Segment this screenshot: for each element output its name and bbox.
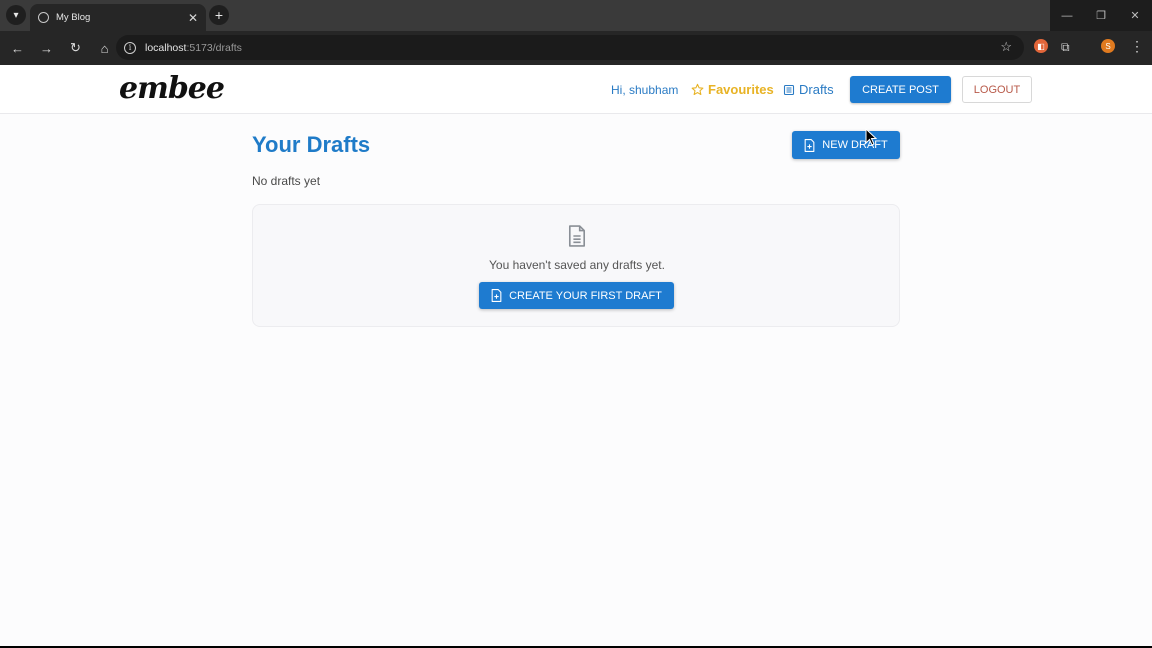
user-greeting: Hi, shubham — [611, 83, 679, 97]
forward-icon[interactable]: → — [33, 35, 60, 62]
window-controls: — ❐ ✕ — [1050, 0, 1152, 31]
page-title: Your Drafts — [252, 132, 371, 157]
url-path: :5173/drafts — [186, 41, 242, 54]
tab-close-icon[interactable]: ✕ — [188, 11, 198, 25]
add-document-icon — [491, 289, 502, 302]
nav-favourites-label: Favourites — [708, 82, 774, 97]
tab-search-button[interactable]: ▾ — [6, 5, 26, 25]
new-tab-button[interactable]: + — [209, 5, 229, 25]
create-first-draft-label: CREATE YOUR FIRST DRAFT — [509, 289, 662, 302]
site-logo[interactable]: embee — [119, 71, 225, 106]
create-first-draft-button[interactable]: CREATE YOUR FIRST DRAFT — [479, 282, 674, 309]
tab-title: My Blog — [56, 12, 91, 23]
extensions-puzzle-icon[interactable]: ⧉ — [1061, 40, 1070, 55]
browser-toolbar: ← → ↻ ⌂ i localhost:5173/drafts ☆ — [0, 31, 1152, 65]
back-icon[interactable]: ← — [4, 35, 31, 62]
restore-icon[interactable]: ❐ — [1084, 0, 1118, 31]
empty-drafts-card: You haven't saved any drafts yet. CREATE… — [252, 204, 900, 327]
drafts-status-text: No drafts yet — [252, 174, 321, 188]
empty-drafts-message: You haven't saved any drafts yet. — [489, 258, 665, 272]
logout-button[interactable]: LOGOUT — [962, 76, 1032, 103]
minimize-icon[interactable]: — — [1050, 0, 1084, 31]
add-document-icon — [804, 138, 815, 152]
browser-menu-icon[interactable]: ⋮ — [1130, 38, 1144, 55]
mouse-cursor-icon — [865, 128, 877, 146]
create-post-button[interactable]: CREATE POST — [850, 76, 951, 103]
page: embee Hi, shubham Favourites Drafts CREA… — [0, 65, 1152, 646]
reload-icon[interactable]: ↻ — [62, 35, 89, 62]
url-host: localhost — [145, 41, 187, 54]
globe-icon — [38, 12, 49, 23]
bookmark-star-icon[interactable]: ☆ — [1000, 39, 1012, 55]
info-icon[interactable]: i — [124, 41, 136, 54]
document-icon — [568, 225, 586, 247]
nav-drafts[interactable]: Drafts — [783, 82, 834, 97]
browser-tab-bar: ▾ My Blog ✕ + — ❐ ✕ — [0, 0, 1152, 31]
close-window-icon[interactable]: ✕ — [1118, 0, 1152, 31]
profile-avatar[interactable]: S — [1101, 39, 1115, 53]
extension-icon[interactable]: ◧ — [1034, 39, 1048, 53]
browser-tab[interactable]: My Blog ✕ — [30, 4, 206, 31]
home-icon[interactable]: ⌂ — [91, 35, 118, 62]
new-draft-button[interactable]: NEW DRAFT — [792, 131, 900, 159]
new-draft-label: NEW DRAFT — [822, 139, 888, 151]
star-icon — [691, 83, 704, 96]
nav-drafts-label: Drafts — [799, 82, 834, 97]
address-bar[interactable]: i localhost:5173/drafts ☆ — [116, 35, 1024, 60]
site-header: embee Hi, shubham Favourites Drafts CREA… — [0, 65, 1152, 114]
nav-favourites[interactable]: Favourites — [691, 82, 774, 97]
list-icon — [783, 84, 795, 95]
